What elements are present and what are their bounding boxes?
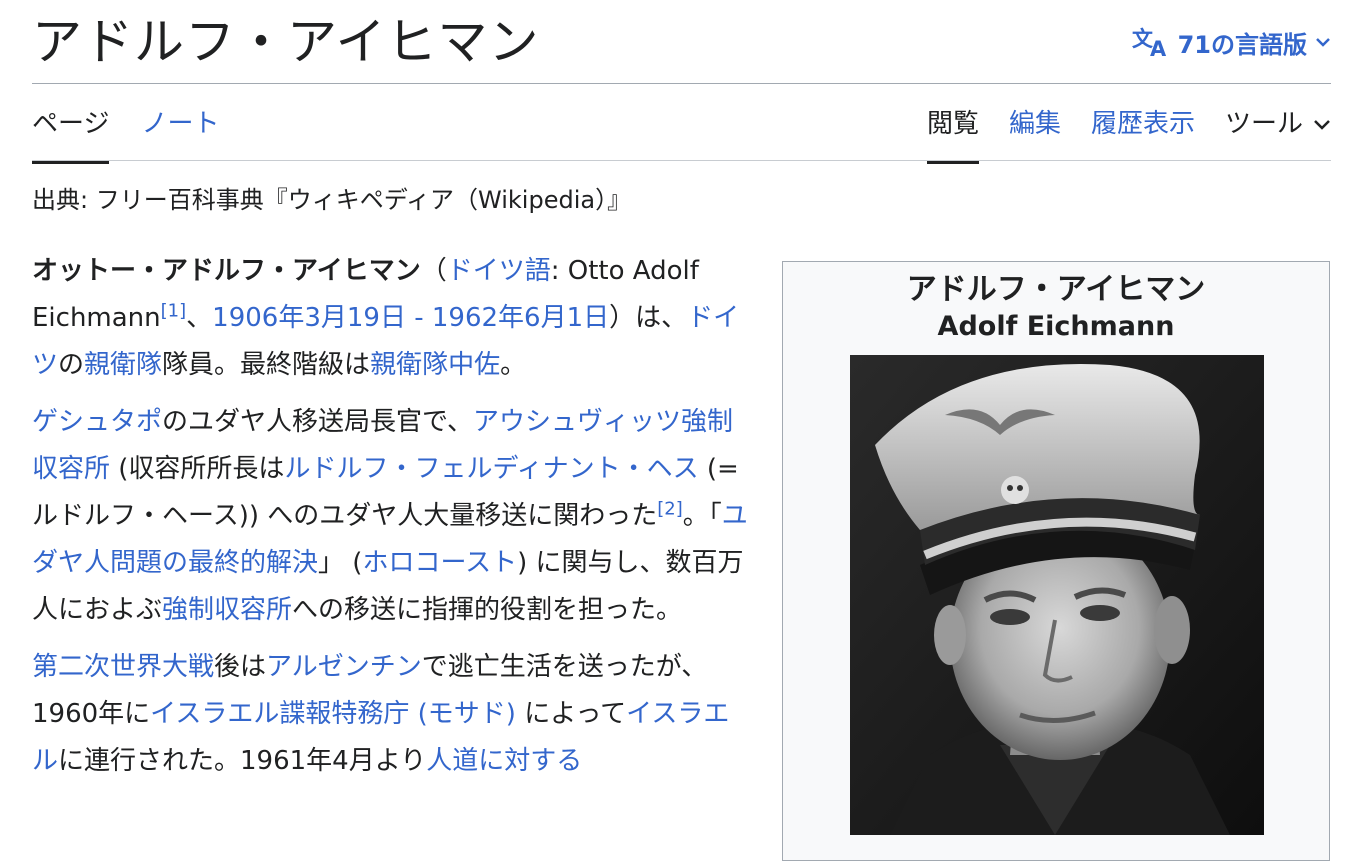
tab-read[interactable]: 閲覧 [926,106,979,164]
infobox: アドルフ・アイヒマン Adolf Eichmann [782,261,1330,861]
paragraph-3: 第二次世界大戦後はアルゼンチンで逃亡生活を送ったが、1960年にイスラエル諜報特… [32,644,752,785]
text: 隊員。最終階級は [162,350,371,380]
text: （ [420,256,447,286]
language-count-label: 71の言語版 [1177,30,1307,59]
reference-2[interactable]: [2] [657,498,683,519]
link-death-date[interactable]: 1962年6月1日 [432,303,609,333]
text: 、 [186,303,213,333]
text: に連行された。1961年4月より [58,746,427,776]
tabs-divider [32,160,1331,161]
link-concentration-camp[interactable]: 強制収容所 [162,595,292,625]
paragraph-1: オットー・アドルフ・アイヒマン（ドイツ語: Otto Adolf Eichman… [32,248,752,389]
view-tabs: 閲覧 編集 履歴表示 ツール [897,106,1331,164]
link-mossad[interactable]: イスラエル諜報特務庁 (モサド) [150,699,516,729]
article-body: オットー・アドルフ・アイヒマン（ドイツ語: Otto Adolf Eichman… [32,248,752,795]
link-hoss[interactable]: ルドルフ・フェルディナント・ヘス [284,454,698,484]
chevron-down-icon [1316,38,1330,47]
tab-page[interactable]: ページ [32,106,110,164]
link-ss[interactable]: 親衛隊 [84,350,162,380]
text: の [58,350,85,380]
text: (収容所所長は [110,454,285,484]
text: のユダヤ人移送局長官で、 [162,407,473,437]
reference-1[interactable]: [1] [161,300,187,321]
text: 。「 [682,501,722,531]
paragraph-2: ゲシュタポのユダヤ人移送局長官で、アウシュヴィッツ強制収容所 (収容所所長はルド… [32,399,752,634]
tools-label: ツール [1224,109,1303,139]
text: によって [515,699,627,729]
date-dash: - [405,303,432,333]
infobox-subtitle: Adolf Eichmann [937,311,1175,342]
tab-edit[interactable]: 編集 [1009,106,1061,164]
svg-text:A: A [1150,37,1167,60]
bold-name: オットー・アドルフ・アイヒマン [32,256,421,286]
text: ）は、 [609,303,688,333]
link-gestapo[interactable]: ゲシュタポ [32,407,162,437]
chevron-down-icon [1314,120,1330,130]
tab-history[interactable]: 履歴表示 [1091,106,1195,164]
page-title: アドルフ・アイヒマン [32,13,540,71]
link-holocaust[interactable]: ホロコースト [362,548,517,578]
text: 」 ( [318,548,363,578]
language-selector-button[interactable]: 文 A 71の言語版 [1132,24,1331,60]
tools-menu[interactable]: ツール [1225,106,1331,164]
tab-talk[interactable]: ノート [141,106,219,164]
site-subtitle: 出典: フリー百科事典『ウィキペディア（Wikipedia）』 [32,186,632,214]
link-ss-rank[interactable]: 親衛隊中佐 [370,350,500,380]
link-birth-date[interactable]: 1906年3月19日 [212,303,406,333]
text: 。 [500,350,527,380]
infobox-title: アドルフ・アイヒマン [906,272,1206,307]
link-crimes-against-humanity[interactable]: 人道に対する [426,746,582,776]
namespace-tabs: ページ ノート [32,106,252,164]
text: への移送に指揮的役割を担った。 [292,595,683,625]
translate-icon: 文 A [1132,27,1167,60]
portrait-photo[interactable] [850,355,1264,835]
text: 後は [214,652,267,682]
link-argentina[interactable]: アルゼンチン [266,652,422,682]
link-ww2[interactable]: 第二次世界大戦 [32,652,214,682]
link-german-language[interactable]: ドイツ語 [447,256,551,286]
title-divider [32,83,1331,84]
